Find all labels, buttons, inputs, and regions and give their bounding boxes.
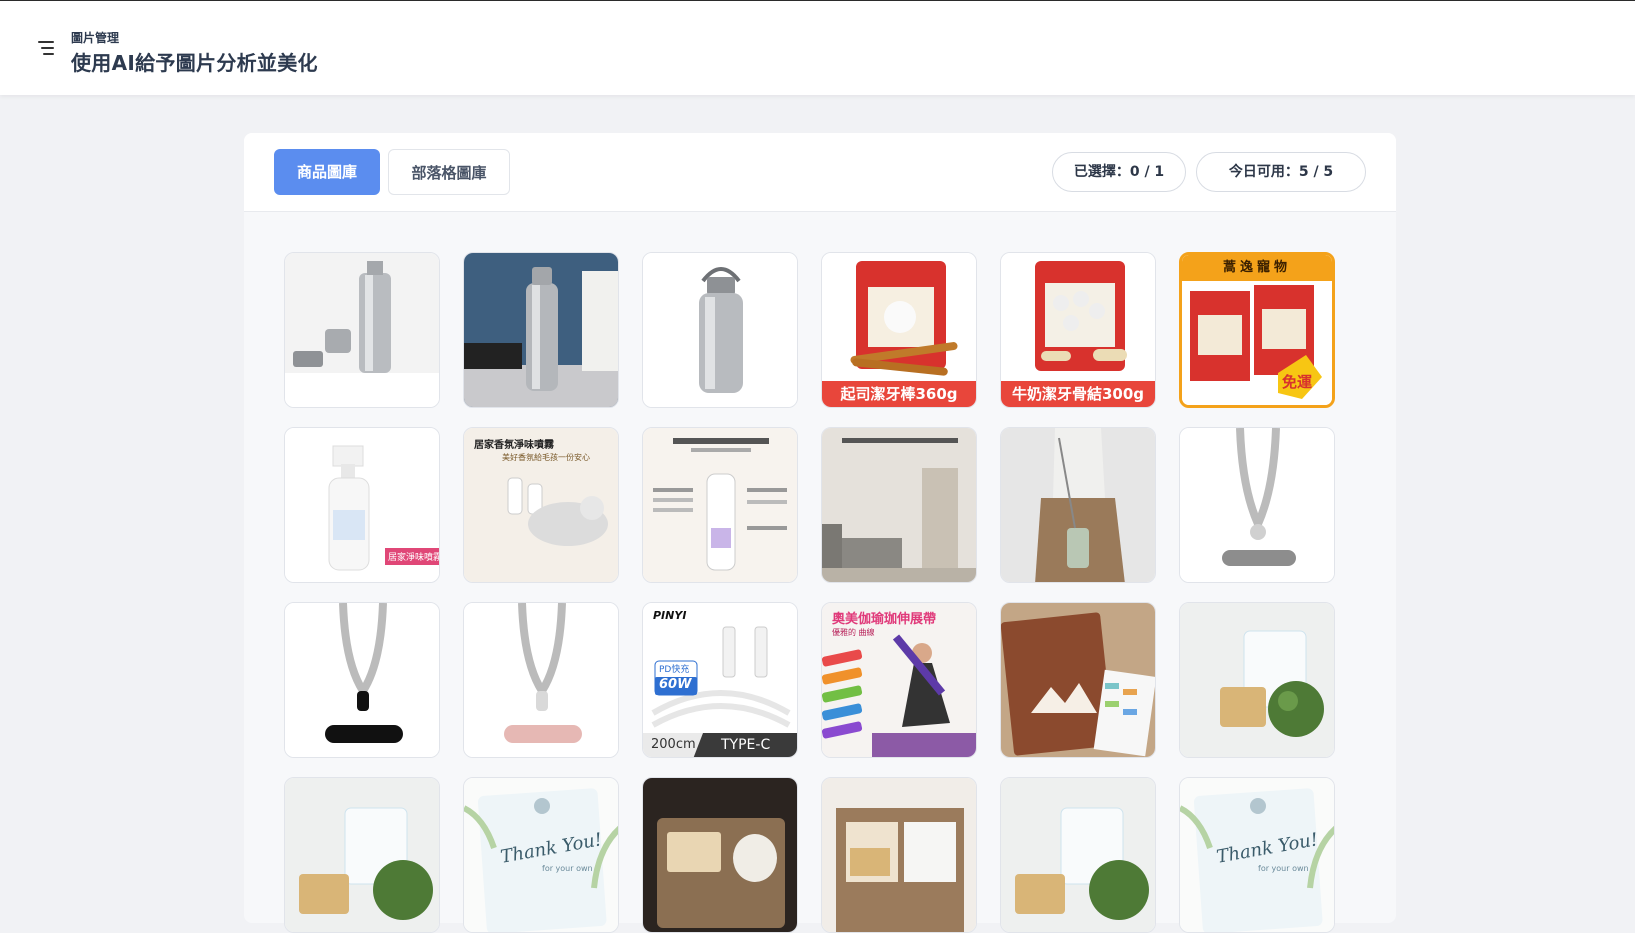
image-subheading: 優雅的 曲線	[832, 628, 875, 637]
image-thumb-yoga-strap[interactable]: 奧美伽瑜珈伸展帶 優雅的 曲線	[821, 602, 977, 758]
image-banner: 蒿逸寵物	[1182, 255, 1332, 281]
length-label: 200cm	[651, 737, 696, 752]
image-thumb-gift-box[interactable]	[642, 777, 798, 933]
image-thumb-lanyard-pink[interactable]	[463, 602, 619, 758]
wattage-label: 60W	[659, 677, 692, 692]
brand-label: PINYI	[653, 609, 687, 622]
steel-bottle-blue-image	[464, 253, 618, 407]
image-caption: 牛奶潔牙骨結300g	[1001, 381, 1155, 407]
image-thumb-bottle-blue[interactable]	[463, 252, 619, 408]
spray-infographic-image	[643, 428, 797, 582]
image-thumb-bottle-white[interactable]	[642, 252, 798, 408]
product-tag: 居家淨味噴霧	[385, 548, 439, 565]
image-thumb-lanyard-black[interactable]	[284, 602, 440, 758]
phone-lanyard-image	[1180, 428, 1334, 582]
image-thumb-phone-lanyard-model[interactable]	[1000, 427, 1156, 583]
image-thumb-pet-store[interactable]: 蒿逸寵物 免運	[1179, 252, 1335, 408]
image-thumb-soap-gift-2[interactable]	[284, 777, 440, 933]
steel-bottle-image	[643, 253, 797, 407]
card-subtext: for your own	[542, 864, 593, 873]
image-subheading: 美好香氛給毛孩一份安心	[502, 453, 590, 462]
living-room-image	[822, 428, 976, 582]
image-thumb-bottle-lid[interactable]	[284, 252, 440, 408]
soap-gift-image	[1001, 778, 1155, 932]
image-caption: 起司潔牙棒360g	[822, 381, 976, 407]
image-thumb-lanyard-grey[interactable]	[1179, 427, 1335, 583]
image-thumb-living-room[interactable]	[821, 427, 977, 583]
model-with-lanyard-image	[1001, 428, 1155, 582]
tab-product-gallery[interactable]: 商品圖庫	[274, 149, 380, 195]
image-thumb-spray-infographic[interactable]	[642, 427, 798, 583]
image-thumb-deodorant-spray[interactable]: 居家淨味噴霧	[284, 427, 440, 583]
image-heading: 奧美伽瑜珈伸展帶	[832, 612, 937, 627]
menu-toggle-icon[interactable]	[38, 41, 54, 55]
image-thumb-gift-set[interactable]	[821, 777, 977, 933]
image-thumb-spray-cat[interactable]: 居家香氛淨味噴霧 美好香氛給毛孩一份安心	[463, 427, 619, 583]
top-bar: 圖片管理 使用AI給予圖片分析並美化	[0, 0, 1635, 95]
breadcrumb: 圖片管理	[71, 31, 120, 45]
selected-count-badge: 已選擇：0 / 1	[1052, 152, 1186, 192]
card-subtext: for your own	[1258, 864, 1309, 873]
steel-bottle-image	[285, 253, 439, 407]
phone-lanyard-image	[464, 603, 618, 757]
image-thumb-notebook[interactable]	[1000, 602, 1156, 758]
image-thumb-cheese-sticks[interactable]: 起司潔牙棒360g	[821, 252, 977, 408]
tab-blog-gallery[interactable]: 部落格圖庫	[388, 149, 510, 195]
image-thumb-usb-c-cable[interactable]: PINYI PD快充 60W 200cm TYPE-C	[642, 602, 798, 758]
image-thumb-soap-gift-3[interactable]	[1000, 777, 1156, 933]
soap-gift-image	[1180, 603, 1334, 757]
image-heading: 居家香氛淨味噴霧	[474, 440, 554, 451]
phone-lanyard-image	[285, 603, 439, 757]
notebook-stickers-image	[1001, 603, 1155, 757]
gift-box-image	[643, 778, 797, 932]
image-thumb-thank-you-card[interactable]: Thank You! for your own	[463, 777, 619, 933]
soap-gift-image	[285, 778, 439, 932]
pd-label: PD快充	[659, 665, 690, 675]
panel-header: 商品圖庫 部落格圖庫 已選擇：0 / 1 今日可用：5 / 5	[244, 133, 1396, 212]
image-thumb-soap-gift[interactable]	[1179, 602, 1335, 758]
image-thumb-milk-bones[interactable]: 牛奶潔牙骨結300g	[1000, 252, 1156, 408]
daily-quota-badge: 今日可用：5 / 5	[1196, 152, 1366, 192]
type-label: TYPE-C	[721, 737, 771, 753]
gallery-panel: 商品圖庫 部落格圖庫 已選擇：0 / 1 今日可用：5 / 5 起司潔牙棒360…	[244, 133, 1396, 933]
image-thumb-thank-you-card-2[interactable]: Thank You! for your own	[1179, 777, 1335, 933]
page-title: 使用AI給予圖片分析並美化	[71, 51, 318, 75]
gift-set-image	[822, 778, 976, 932]
free-shipping-label: 免運	[1282, 373, 1313, 391]
